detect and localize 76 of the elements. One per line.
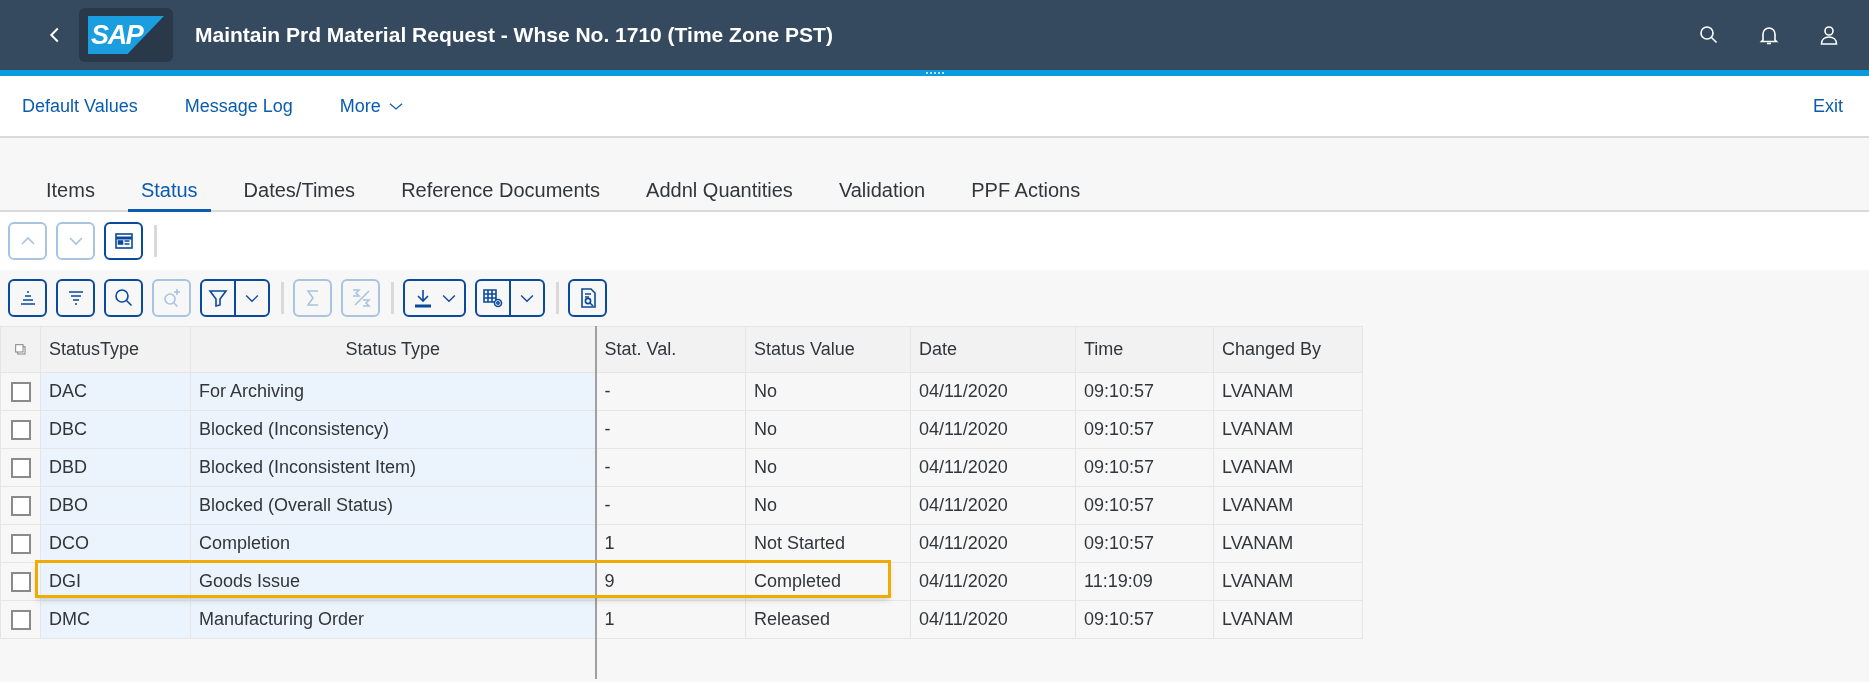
table-cell: 09:10:57 — [1075, 410, 1214, 449]
table-cell: No — [745, 486, 911, 525]
table-cell: For Archiving — [190, 372, 596, 411]
sort-desc-button[interactable] — [56, 279, 95, 317]
sort-asc-button[interactable] — [8, 279, 47, 317]
table-cell: LVANAM — [1213, 524, 1363, 563]
table-cell: 1 — [595, 600, 746, 639]
table-cell: LVANAM — [1213, 410, 1363, 449]
column-header[interactable]: Time — [1075, 326, 1214, 373]
row-checkbox[interactable] — [10, 609, 31, 630]
table-cell: - — [595, 372, 746, 411]
table-cell: 04/11/2020 — [910, 600, 1076, 639]
table-settings-icon — [481, 286, 505, 310]
tab[interactable]: Items — [33, 170, 108, 212]
select-all-icon — [12, 341, 29, 358]
row-checkbox[interactable] — [10, 495, 31, 516]
sap-logo: SAP — [88, 16, 164, 54]
table-cell: Blocked (Overall Status) — [190, 486, 596, 525]
table-cell: - — [595, 410, 746, 449]
column-header[interactable]: Changed By — [1213, 326, 1363, 373]
row-checkbox[interactable] — [10, 381, 31, 402]
table-cell: - — [595, 486, 746, 525]
table-cell: 04/11/2020 — [910, 372, 1076, 411]
table-cell: 11:19:09 — [1075, 562, 1214, 601]
table-cell: DAC — [40, 372, 191, 411]
table-cell: 04/11/2020 — [910, 410, 1076, 449]
tab[interactable]: PPF Actions — [958, 170, 1094, 212]
more-menu[interactable]: More — [339, 92, 405, 120]
column-header[interactable]: StatusType — [40, 326, 191, 373]
table-cell: - — [595, 448, 746, 487]
table-cell: No — [745, 410, 911, 449]
window-title: Maintain Prd Material Request - Whse No. 1710 (Time Zone PST) — [195, 22, 833, 49]
table-cell: Blocked (Inconsistency) — [190, 410, 596, 449]
table-cell: DBO — [40, 486, 191, 525]
table-cell: 09:10:57 — [1075, 372, 1214, 411]
table-cell: LVANAM — [1213, 600, 1363, 639]
column-header[interactable]: Status Value — [745, 326, 911, 373]
column-header[interactable]: Stat. Val. — [595, 326, 746, 373]
column-header[interactable]: Date — [910, 326, 1076, 373]
settings-menu-button[interactable] — [475, 279, 545, 317]
table-cell: No — [745, 372, 911, 411]
table-cell: LVANAM — [1213, 372, 1363, 411]
table-cell: LVANAM — [1213, 486, 1363, 525]
table-cell: LVANAM — [1213, 562, 1363, 601]
table-cell: LVANAM — [1213, 448, 1363, 487]
row-checkbox[interactable] — [10, 533, 31, 554]
table-cell: 04/11/2020 — [910, 448, 1076, 487]
table-cell: Released — [745, 600, 911, 639]
table-cell: DMC — [40, 600, 191, 639]
menu-link[interactable]: Message Log — [184, 92, 293, 120]
tab[interactable]: Reference Documents — [388, 170, 614, 212]
menu-link[interactable]: Default Values — [22, 92, 138, 120]
table-cell: 04/11/2020 — [910, 562, 1076, 601]
tab[interactable]: Validation — [825, 170, 939, 212]
table-cell: Blocked (Inconsistent Item) — [190, 448, 596, 487]
details-button[interactable] — [568, 279, 607, 317]
table-cell: DBC — [40, 410, 191, 449]
layout-button[interactable] — [104, 222, 143, 260]
find-button[interactable] — [104, 279, 143, 317]
table-cell: 04/11/2020 — [910, 486, 1076, 525]
row-checkbox[interactable] — [10, 457, 31, 478]
exit-link[interactable]: Exit — [1813, 92, 1843, 120]
tab[interactable]: Addnl Quantities — [633, 170, 806, 212]
table-cell: 09:10:57 — [1075, 600, 1214, 639]
filter-menu-button[interactable] — [200, 279, 270, 317]
tab[interactable]: Dates/Times — [230, 170, 369, 212]
table-cell: DBD — [40, 448, 191, 487]
row-checkbox[interactable] — [10, 419, 31, 440]
export-menu-button[interactable] — [403, 279, 466, 317]
table-cell: Manufacturing Order — [190, 600, 596, 639]
table-cell: No — [745, 448, 911, 487]
table-cell: 09:10:57 — [1075, 448, 1214, 487]
row-checkbox[interactable] — [10, 571, 31, 592]
table-cell: 04/11/2020 — [910, 524, 1076, 563]
table-cell: 09:10:57 — [1075, 486, 1214, 525]
table-cell: 09:10:57 — [1075, 524, 1214, 563]
